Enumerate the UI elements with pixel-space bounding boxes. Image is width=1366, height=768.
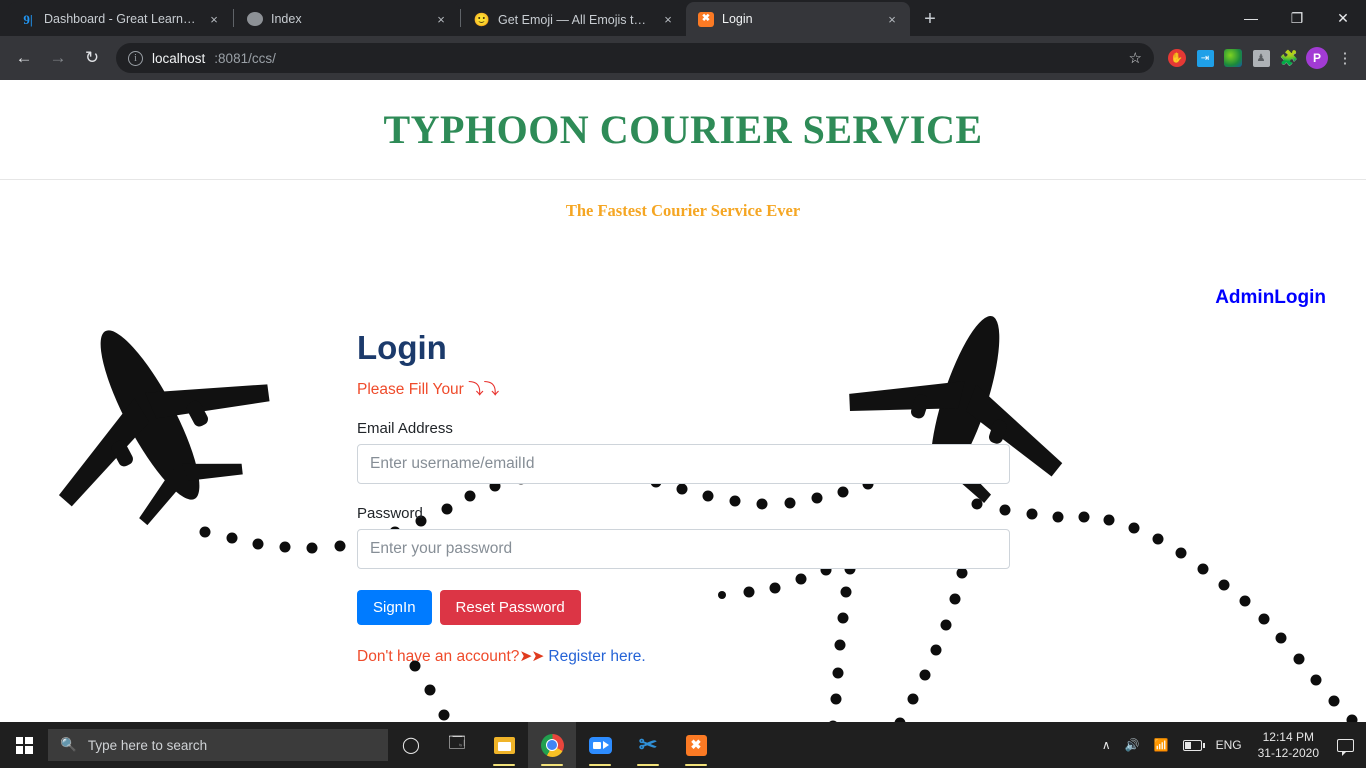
tab-title: Get Emoji — All Emojis to ✂ [498,12,652,27]
site-info-icon[interactable]: i [128,50,143,66]
globe-icon [247,12,263,26]
show-hidden-icons-chevron[interactable]: ∧ [1095,722,1118,768]
browser-tab-index[interactable]: Index × [235,2,459,36]
signin-button[interactable]: SignIn [357,589,432,625]
tab-separator [233,9,234,27]
browser-tab-dashboard[interactable]: 9| Dashboard - Great Learning × [8,2,232,36]
password-field[interactable] [357,528,1010,569]
password-label: Password [357,504,423,522]
back-button[interactable]: ← [8,42,40,74]
taskbar-app-google-chrome[interactable] [528,722,576,768]
search-icon: 🔍 [60,737,77,752]
battery-icon[interactable] [1176,722,1209,768]
wifi-icon[interactable]: 📶 [1147,722,1176,768]
grayscale-extension-icon[interactable]: ♟ [1248,45,1274,71]
taskbar-app-visual-studio-code[interactable]: ✂ [624,722,672,768]
page-content: TYPHOON COURIER SERVICE The Fastest Cour… [0,80,1366,722]
volume-icon[interactable]: 🔊 [1118,722,1147,768]
start-button[interactable] [0,722,48,768]
system-tray: ∧ 🔊 📶 ENG 12:14 PM 31-12-2020 [1095,722,1366,768]
extensions-puzzle-icon[interactable]: 🧩 [1276,45,1302,71]
tab-close-icon[interactable]: × [884,11,900,27]
clock-time: 12:14 PM [1262,729,1314,744]
tab-strip: 9| Dashboard - Great Learning × Index × … [0,0,1366,36]
new-tab-button[interactable]: + [916,5,944,33]
clock[interactable]: 12:14 PM 31-12-2020 [1249,729,1328,761]
chrome-menu-icon[interactable]: ⋮ [1332,45,1358,71]
page-title: TYPHOON COURIER SERVICE [383,107,983,152]
download-manager-icon[interactable]: ⇥ [1192,45,1218,71]
search-input[interactable]: 🔍 Type here to search [48,729,388,761]
idm-icon[interactable] [1220,45,1246,71]
close-window-button[interactable]: ✕ [1320,0,1366,36]
adblock-icon[interactable]: ✋ [1164,45,1190,71]
language-indicator[interactable]: ENG [1209,722,1249,768]
url-path: :8081/ccs/ [214,50,276,66]
tab-title: Dashboard - Great Learning [44,12,198,26]
xampp-icon: ✖ [698,11,714,27]
email-field[interactable] [357,443,1010,484]
task-view-icon[interactable]: 🗔 [434,722,480,768]
address-bar[interactable]: i localhost :8081/ccs/ ☆ [116,43,1154,73]
avatar[interactable]: P [1304,45,1330,71]
windows-taskbar: 🔍 Type here to search ◯ 🗔 ✂ ✖ ∧ 🔊 📶 ENG … [0,722,1366,768]
window-controls: — ❐ ✕ [1228,0,1366,36]
windows-logo-icon [15,736,33,754]
login-form: Login Please Fill Your ⤵⤵ Email Address … [357,329,1010,666]
search-placeholder: Type here to search [87,737,208,753]
email-label: Email Address [357,419,453,437]
double-down-arrow-icon: ⤵⤵ [468,380,500,398]
tab-close-icon[interactable]: × [660,11,676,27]
register-prompt-text: Don't have an account? [357,647,520,665]
url-host: localhost [152,50,206,66]
reset-password-button[interactable]: Reset Password [439,589,581,625]
clock-date: 31-12-2020 [1257,746,1319,760]
maximize-button[interactable]: ❐ [1274,0,1320,36]
browser-window: 9| Dashboard - Great Learning × Index × … [0,0,1366,722]
taskbar-app-zoom[interactable] [576,722,624,768]
tab-close-icon[interactable]: × [433,11,449,27]
browser-tab-login[interactable]: ✖ Login × [686,2,910,36]
login-heading: Login [357,329,447,366]
forward-button[interactable]: → [42,42,74,74]
fill-form-note: Please Fill Your ⤵⤵ [357,377,1010,399]
cortana-circle-icon[interactable]: ◯ [388,722,434,768]
minimize-button[interactable]: — [1228,0,1274,36]
admin-login-link[interactable]: AdminLogin [1215,287,1326,309]
double-right-arrow-icon: ➤➤ [519,647,544,665]
great-learning-icon: 9| [23,11,33,27]
bookmark-star-icon[interactable]: ☆ [1129,49,1142,67]
browser-toolbar: ← → ↻ i localhost:8081/ccs/ ☆ ✋ ⇥ ♟ 🧩 P … [0,36,1366,80]
tab-title: Index [271,12,302,26]
register-link[interactable]: Register here. [548,648,645,665]
tab-title: Login [722,12,753,26]
browser-tab-get-emoji[interactable]: 🙂 Get Emoji — All Emojis to ✂ × [462,2,686,36]
fill-note-text: Please Fill Your [357,380,464,398]
emoji-icon: 🙂 [473,11,491,27]
register-prompt: Don't have an account?➤➤ Register here. [357,647,1010,666]
tab-close-icon[interactable]: × [206,11,222,27]
form-buttons: SignIn Reset Password [357,589,1010,625]
taskbar-app-xampp[interactable]: ✖ [672,722,720,768]
reload-button[interactable]: ↻ [76,42,108,74]
page-tagline: The Fastest Courier Service Ever [565,201,801,220]
header-divider [0,179,1366,180]
tab-separator [460,9,461,27]
action-center-icon[interactable] [1328,722,1362,768]
taskbar-app-file-explorer[interactable] [480,722,528,768]
